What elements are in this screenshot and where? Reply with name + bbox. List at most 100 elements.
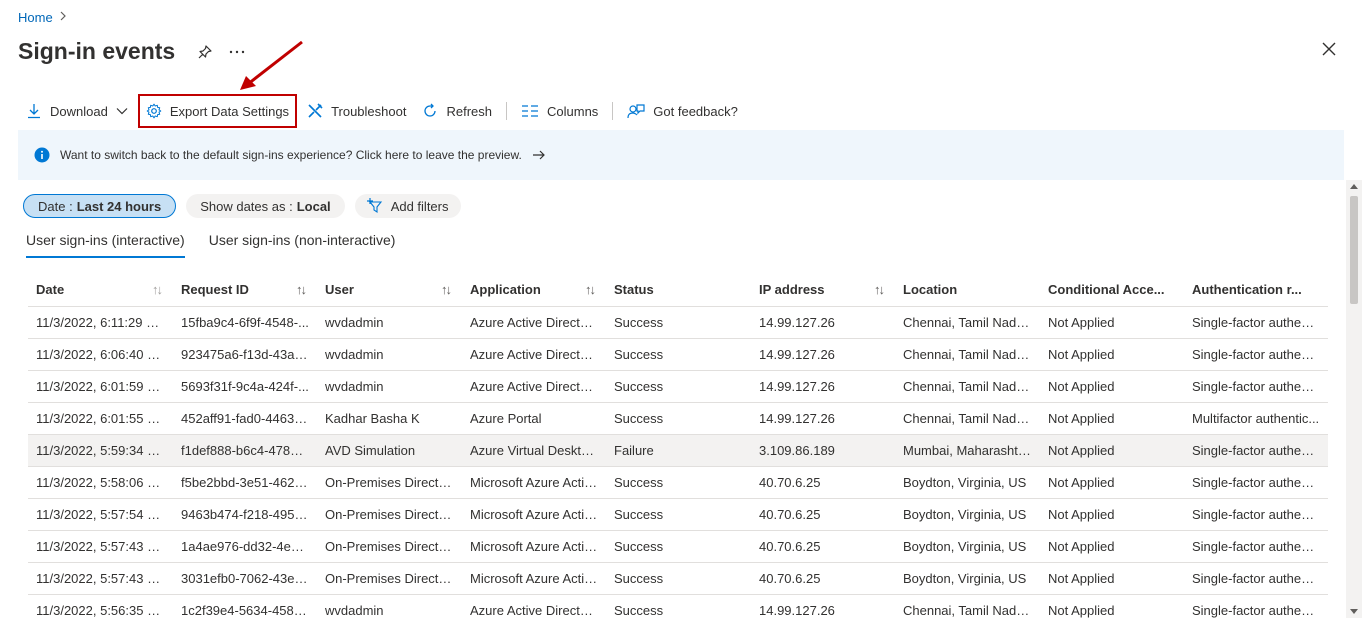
scrollbar-thumb[interactable] [1350,196,1358,304]
cell-ip-address: 14.99.127.26 [751,306,895,339]
cell-authentication: Single-factor authenti... [1184,594,1328,618]
table-row[interactable]: 11/3/2022, 5:58:06 PM f5be2bbd-3e51-4624.… [28,466,1328,499]
cell-date: 11/3/2022, 5:57:43 PM [28,530,173,563]
toolbar-divider [506,102,507,120]
cell-date: 11/3/2022, 5:56:35 PM [28,594,173,618]
cell-date: 11/3/2022, 6:06:40 PM [28,338,173,371]
sign-ins-table: Date ↑↓ Request ID ↑↓ User ↑↓ Application ↑↓… [28,274,1328,618]
column-header-ip-address[interactable]: IP address ↑↓ [751,274,895,307]
cell-ip-address: 40.70.6.25 [751,466,895,499]
pin-icon[interactable] [197,44,213,60]
table-row[interactable]: 11/3/2022, 5:59:34 PM f1def888-b6c4-4784-… [28,434,1328,467]
cell-date: 11/3/2022, 6:11:29 PM [28,306,173,339]
banner-text: Want to switch back to the default sign-… [60,148,522,162]
table-row[interactable]: 11/3/2022, 6:01:59 PM 5693f31f-9c4a-424f-… [28,370,1328,403]
feedback-button[interactable]: Got feedback? [619,96,746,126]
cell-conditional-access: Not Applied [1040,562,1184,595]
show-dates-value: Local [296,198,331,214]
table-row[interactable]: 11/3/2022, 5:57:43 PM 3031efb0-7062-43e5.… [28,562,1328,595]
cell-user: wvdadmin [317,306,462,339]
cell-ip-address: 14.99.127.26 [751,370,895,403]
tab-non-interactive[interactable]: User sign-ins (non-interactive) [209,232,396,258]
sort-icon[interactable]: ↑↓ [152,282,163,297]
cell-application: Microsoft Azure Activ... [462,530,606,563]
cell-location: Chennai, Tamil Nadu, ... [895,306,1040,339]
table-row[interactable]: 11/3/2022, 6:11:29 PM 15fba9c4-6f9f-4548-… [28,306,1328,339]
column-header-location[interactable]: Location [895,274,1040,307]
gear-icon [146,103,162,119]
table-row[interactable]: 11/3/2022, 5:56:35 PM 1c2f39e4-5634-4585-… [28,594,1328,618]
more-options-icon[interactable] [229,50,245,54]
tab-interactive[interactable]: User sign-ins (interactive) [26,232,185,258]
column-header-status[interactable]: Status [606,274,751,307]
cell-user: On-Premises Director... [317,466,462,499]
export-data-settings-label: Export Data Settings [169,103,290,119]
export-data-settings-button[interactable]: Export Data Settings [137,94,298,128]
cell-location: Chennai, Tamil Nadu, ... [895,402,1040,435]
cell-ip-address: 14.99.127.26 [751,338,895,371]
sort-icon[interactable]: ↑↓ [874,282,885,297]
chevron-down-icon [116,108,128,115]
page-title: Sign-in events [18,38,176,64]
sort-icon[interactable]: ↑↓ [585,282,596,297]
cell-date: 11/3/2022, 5:59:34 PM [28,434,173,467]
cell-authentication: Single-factor authenti... [1184,466,1328,499]
table-row[interactable]: 11/3/2022, 5:57:54 PM 9463b474-f218-4959.… [28,498,1328,531]
column-header-application[interactable]: Application ↑↓ [462,274,606,307]
arrow-right-icon [532,150,545,160]
table-row[interactable]: 11/3/2022, 6:06:40 PM 923475a6-f13d-43a5.… [28,338,1328,371]
cell-conditional-access: Not Applied [1040,434,1184,467]
cell-status: Success [606,562,751,595]
breadcrumb-home-link[interactable]: Home [18,10,53,25]
columns-button[interactable]: Columns [513,96,606,126]
cell-location: Boydton, Virginia, US [895,466,1040,499]
column-header-date[interactable]: Date ↑↓ [28,274,173,307]
column-header-authentication[interactable]: Authentication r... [1184,274,1328,307]
cell-application: Microsoft Azure Activ... [462,498,606,531]
download-button[interactable]: Download [18,96,136,126]
troubleshoot-icon [308,103,323,118]
columns-label: Columns [547,103,599,119]
cell-status: Success [606,370,751,403]
cell-ip-address: 40.70.6.25 [751,530,895,563]
toolbar-divider [612,102,614,120]
title-row: Sign-in events [18,38,245,65]
cell-user: Kadhar Basha K [317,402,462,435]
column-header-conditional-access[interactable]: Conditional Acce... [1040,274,1184,307]
show-dates-pill[interactable]: Show dates as : Local [186,194,345,218]
columns-icon [522,105,538,117]
cell-conditional-access: Not Applied [1040,594,1184,618]
command-bar: Download Export Data Settings Troublesho… [18,94,746,128]
cell-status: Success [606,338,751,371]
cell-authentication: Single-factor authenti... [1184,370,1328,403]
sign-in-tabs: User sign-ins (interactive) User sign-in… [26,232,395,258]
cell-conditional-access: Not Applied [1040,530,1184,563]
scroll-up-arrow-icon[interactable] [1350,184,1358,189]
sort-icon[interactable]: ↑↓ [441,282,452,297]
column-header-request-id[interactable]: Request ID ↑↓ [173,274,317,307]
cell-request-id: f5be2bbd-3e51-4624... [173,466,317,499]
close-icon[interactable] [1322,42,1336,59]
table-row[interactable]: 11/3/2022, 5:57:43 PM 1a4ae976-dd32-4e33.… [28,530,1328,563]
scroll-down-arrow-icon[interactable] [1350,609,1358,614]
vertical-scrollbar[interactable] [1346,180,1362,618]
cell-application: Azure Active Director... [462,594,606,618]
cell-conditional-access: Not Applied [1040,466,1184,499]
preview-info-banner[interactable]: Want to switch back to the default sign-… [18,130,1344,180]
cell-application: Azure Active Director... [462,370,606,403]
cell-user: wvdadmin [317,338,462,371]
cell-application: Microsoft Azure Activ... [462,466,606,499]
sort-icon[interactable]: ↑↓ [296,282,307,297]
column-header-user[interactable]: User ↑↓ [317,274,462,307]
cell-status: Success [606,498,751,531]
add-filters-label: Add filters [390,198,449,214]
date-filter-pill[interactable]: Date : Last 24 hours [23,194,177,218]
date-filter-value: Last 24 hours [76,198,162,214]
cell-user: On-Premises Director... [317,498,462,531]
cell-application: Microsoft Azure Activ... [462,562,606,595]
add-filters-button[interactable]: Add filters [354,194,461,218]
refresh-button[interactable]: Refresh [414,96,500,126]
table-row[interactable]: 11/3/2022, 6:01:55 PM 452aff91-fad0-4463-… [28,402,1328,435]
cell-request-id: 1c2f39e4-5634-4585-... [173,594,317,618]
troubleshoot-button[interactable]: Troubleshoot [299,96,414,126]
